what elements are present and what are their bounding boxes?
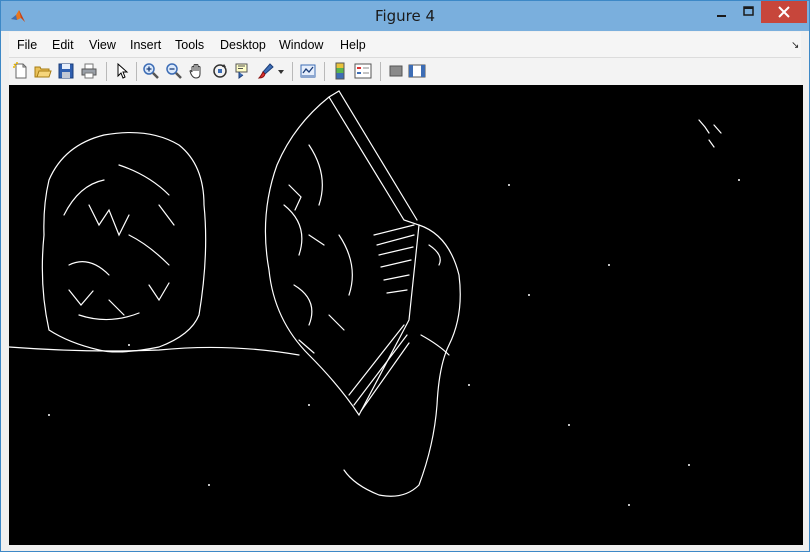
brush-icon[interactable] [256,61,276,81]
zoom-in-icon[interactable] [141,61,161,81]
menu-tools[interactable]: Tools [175,38,204,52]
menu-insert[interactable]: Insert [130,38,161,52]
new-figure-icon[interactable] [11,61,31,81]
maximize-icon[interactable] [735,1,763,23]
menu-file[interactable]: File [17,38,37,52]
toolbar-separator [380,62,381,81]
open-file-icon[interactable] [33,61,53,81]
figure-toolbar [9,58,801,85]
close-icon[interactable] [761,1,807,23]
pan-hand-icon[interactable] [187,61,207,81]
fan-edge [264,96,420,417]
hand-edge [343,224,461,497]
hand-edge [420,244,450,356]
menu-desktop[interactable]: Desktop [220,38,266,52]
print-icon[interactable] [79,61,99,81]
edge-detection-image [9,90,740,506]
title-bar[interactable]: Figure 4 [1,1,809,31]
hide-plot-tools-icon[interactable] [386,61,406,81]
show-plot-tools-icon[interactable] [407,61,427,81]
fan-edge [328,90,418,221]
menu-edit[interactable]: Edit [52,38,74,52]
legend-icon[interactable] [353,61,373,81]
save-icon[interactable] [56,61,76,81]
edit-plot-arrow-icon[interactable] [111,61,131,81]
menu-window[interactable]: Window [279,38,323,52]
zoom-out-icon[interactable] [164,61,184,81]
brush-dropdown-icon[interactable] [276,61,286,81]
toolbar-separator [106,62,107,81]
dock-arrow-icon[interactable]: ↘ [791,40,799,51]
menu-bar: File Edit View Insert Tools Desktop Wind… [9,32,801,58]
link-plot-icon[interactable] [298,61,318,81]
figure-axes[interactable] [9,85,803,545]
minimize-icon[interactable] [707,1,735,23]
hair-edge [41,131,207,353]
rotate-3d-icon[interactable] [210,61,230,81]
figure-window: Figure 4 File Edit View Insert Tools Des… [0,0,810,552]
toolbar-separator [292,62,293,81]
fan-edge [283,144,353,326]
toolbar-separator [324,62,325,81]
colorbar-icon[interactable] [330,61,350,81]
menu-view[interactable]: View [89,38,116,52]
hair-edge [63,164,170,321]
hair-edge [68,204,175,316]
window-title: Figure 4 [374,7,436,25]
fan-edge [288,184,345,354]
toolbar-separator [136,62,137,81]
menu-help[interactable]: Help [340,38,366,52]
speck-edge [698,119,722,148]
data-cursor-icon[interactable] [233,61,253,81]
fan-edge [373,224,415,294]
